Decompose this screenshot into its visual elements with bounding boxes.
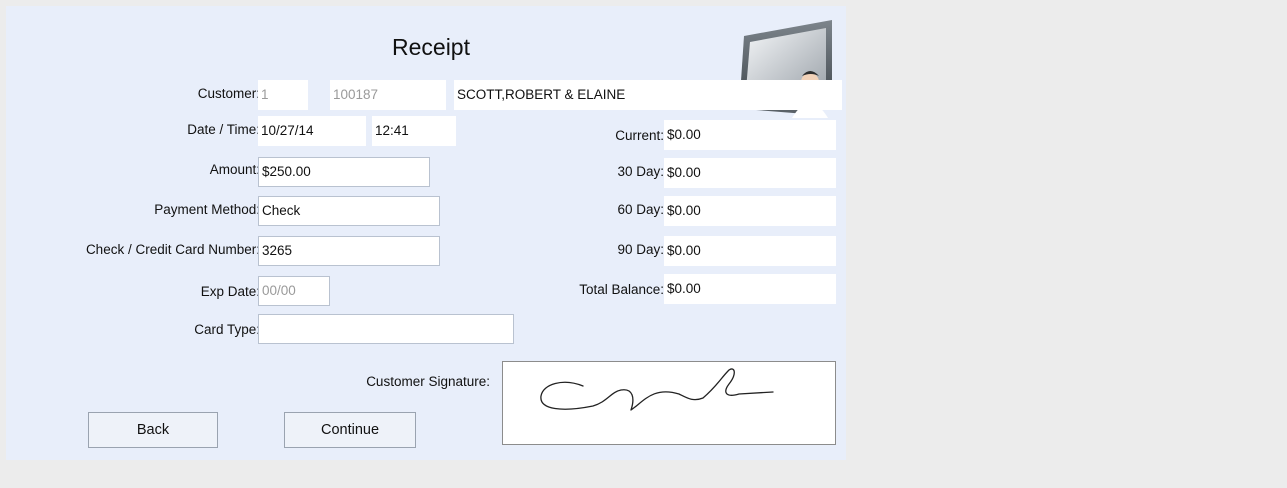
payment-method-label: Payment Method: xyxy=(154,202,260,217)
card-number-label: Check / Credit Card Number: xyxy=(85,242,260,257)
current-label: Current: xyxy=(615,128,664,143)
page-title: Receipt xyxy=(392,34,470,60)
time-field[interactable]: 12:41 xyxy=(372,116,456,146)
card-number-input[interactable]: 3265 xyxy=(258,236,440,266)
60-day-balance-field: $0.00 xyxy=(664,196,836,226)
card-type-label: Card Type: xyxy=(194,322,260,337)
30-day-label: 30 Day: xyxy=(617,164,664,179)
total-balance-label: Total Balance: xyxy=(579,282,664,297)
total-balance-field: $0.00 xyxy=(664,274,836,304)
signature-pad[interactable] xyxy=(502,361,836,445)
datetime-label: Date / Time: xyxy=(187,122,260,137)
customer-account-field[interactable]: 100187 xyxy=(330,80,446,110)
current-balance-field: $0.00 xyxy=(664,120,836,150)
90-day-balance-field: $0.00 xyxy=(664,236,836,266)
customer-number-field[interactable]: 1 xyxy=(258,80,308,110)
60-day-label: 60 Day: xyxy=(617,202,664,217)
signature-label: Customer Signature: xyxy=(366,374,490,389)
90-day-label: 90 Day: xyxy=(617,242,664,257)
date-field[interactable]: 10/27/14 xyxy=(258,116,366,146)
back-button[interactable]: Back xyxy=(88,412,218,448)
computer-monitor-user-icon xyxy=(740,20,832,118)
continue-button[interactable]: Continue xyxy=(284,412,416,448)
amount-label: Amount: xyxy=(209,162,260,177)
signature-stroke xyxy=(540,368,774,411)
exp-date-input[interactable]: 00/00 xyxy=(258,276,330,306)
amount-input[interactable]: $250.00 xyxy=(258,157,430,187)
30-day-balance-field: $0.00 xyxy=(664,158,836,188)
exp-date-label: Exp Date: xyxy=(200,284,260,299)
payment-method-input[interactable]: Check xyxy=(258,196,440,226)
receipt-panel: Receipt Customer: 1 100187 SCOTT,ROBERT … xyxy=(6,6,846,460)
customer-name-field[interactable]: SCOTT,ROBERT & ELAINE xyxy=(454,80,842,110)
customer-label: Customer: xyxy=(197,86,260,101)
card-type-input[interactable] xyxy=(258,314,514,344)
